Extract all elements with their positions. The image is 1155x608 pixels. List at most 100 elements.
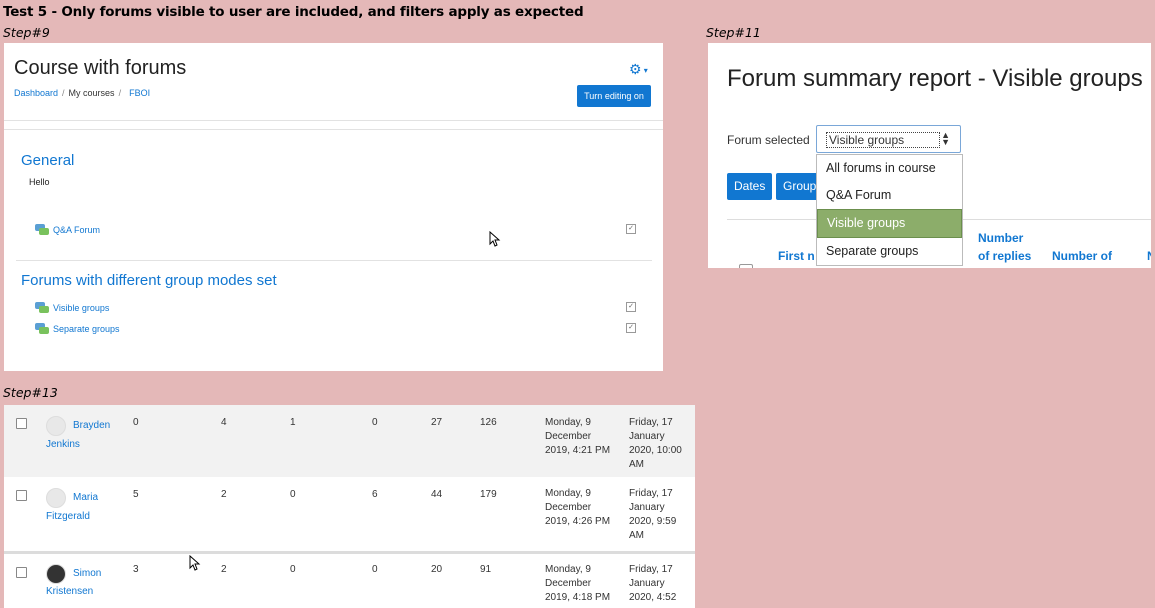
select-all-checkbox[interactable] [739,264,753,268]
date-line: December [545,502,592,513]
cell-value: 126 [480,417,497,428]
step-13-label: Step#13 [3,385,58,400]
cell-value: 0 [290,564,296,575]
step-11-label: Step#11 [706,25,761,40]
forum-icon [35,302,49,313]
breadcrumb-my-courses[interactable]: My courses [69,88,115,98]
mouse-cursor-icon [489,231,501,247]
date-line: 2020, 4:52 [629,592,677,603]
option-all-forums[interactable]: All forums in course [817,155,962,182]
dates-button[interactable]: Dates [727,173,773,200]
completion-checkbox[interactable]: ✓ [626,323,636,333]
breadcrumb: Dashboard / My courses / FBOI [14,88,151,98]
date-line: Monday, 9 [545,488,591,499]
activity-label[interactable]: Q&A Forum [53,225,100,235]
forum-selected-label: Forum selected [727,133,810,147]
section-title-general[interactable]: General [21,152,74,169]
date-line: Friday, 17 [629,417,673,428]
row-separator [4,551,695,554]
column-header-number-of[interactable]: Number of [1052,249,1112,263]
forum-icon [35,323,49,334]
latest-post-date: Friday, 17 January 2020, 10:00 AM [629,416,682,472]
option-separate-groups[interactable]: Separate groups [817,238,962,265]
date-line: 2020, 9:59 [629,516,677,527]
completion-checkbox[interactable]: ✓ [626,224,636,234]
date-line: AM [629,530,644,541]
activity-visible-groups[interactable]: Visible groups [35,302,109,313]
option-qa-forum[interactable]: Q&A Forum [817,182,962,209]
forum-select[interactable]: Visible groups ▲ ▼ [816,125,961,153]
date-line: Monday, 9 [545,564,591,575]
breadcrumb-dashboard[interactable]: Dashboard [14,88,58,98]
section-title-group-modes[interactable]: Forums with different group modes set [21,272,277,289]
user-last-name[interactable]: Jenkins [46,439,80,450]
completion-checkbox[interactable]: ✓ [626,302,636,312]
activity-label[interactable]: Visible groups [53,303,109,313]
report-screenshot: Forum summary report - Visible groups Fo… [708,43,1151,268]
date-line: 2020, 10:00 [629,445,682,456]
earliest-post-date: Monday, 9 December 2019, 4:21 PM [545,416,610,458]
user-last-name[interactable]: Fitzgerald [46,511,90,522]
row-checkbox[interactable] [16,567,27,578]
row-checkbox[interactable] [16,490,27,501]
summary-table-screenshot: Brayden Jenkins 0 4 1 0 27 126 Monday, 9… [4,405,695,608]
cell-value: 2 [221,489,227,500]
divider [16,260,652,261]
cell-value: 1 [290,417,296,428]
date-line: December [545,578,592,589]
earliest-post-date: Monday, 9 December 2019, 4:18 PM [545,563,610,605]
date-line: AM [629,459,644,470]
report-title: Forum summary report - Visible groups [727,65,1143,92]
turn-editing-on-button[interactable]: Turn editing on [577,85,651,107]
page-title: Course with forums [14,57,187,79]
cell-value: 0 [372,417,378,428]
cell-value: 0 [290,489,296,500]
forum-select-dropdown: All forums in course Q&A Forum Visible g… [816,154,963,266]
date-line: January [629,502,665,513]
cell-value: 3 [133,564,139,575]
avatar[interactable] [46,416,66,436]
forum-icon [35,224,49,235]
cell-value: 4 [221,417,227,428]
table-row: Simon Kristensen 3 2 0 0 20 91 Monday, 9… [4,555,695,608]
date-line: 2019, 4:18 PM [545,592,611,603]
user-first-name[interactable]: Maria [73,492,98,503]
cell-value: 0 [372,564,378,575]
table-row: Brayden Jenkins 0 4 1 0 27 126 Monday, 9… [4,405,695,477]
cell-value: 5 [133,489,139,500]
column-header-of-replies[interactable]: of replies [978,249,1031,263]
date-line: January [629,431,665,442]
row-checkbox[interactable] [16,418,27,429]
gear-icon[interactable]: ⚙ ▾ [629,61,648,78]
column-header-number[interactable]: Number [978,231,1023,245]
course-page-screenshot: Course with forums Dashboard / My courses /… [4,43,663,371]
cell-value: 6 [372,489,378,500]
step-9-label: Step#9 [3,25,50,40]
column-header-more[interactable]: N [1147,249,1151,263]
user-last-name[interactable]: Kristensen [46,586,93,597]
cell-value: 91 [480,564,492,575]
date-line: January [629,578,665,589]
option-visible-groups[interactable]: Visible groups [817,209,962,238]
cell-value: 0 [133,417,139,428]
user-first-name[interactable]: Brayden [73,420,110,431]
date-line: 2019, 4:26 PM [545,516,611,527]
mouse-cursor-icon [189,555,201,571]
section-summary: Hello [29,177,50,187]
avatar[interactable] [46,564,66,584]
cell-value: 179 [480,489,497,500]
date-line: 2019, 4:21 PM [545,445,611,456]
column-header-first-name[interactable]: First n [778,249,815,263]
breadcrumb-course[interactable]: FBOI [129,88,150,98]
activity-label[interactable]: Separate groups [53,324,120,334]
cell-value: 44 [431,489,443,500]
user-first-name[interactable]: Simon [73,568,101,579]
activity-separate-groups[interactable]: Separate groups [35,323,120,334]
latest-post-date: Friday, 17 January 2020, 4:52 [629,563,676,605]
divider [4,129,663,130]
earliest-post-date: Monday, 9 December 2019, 4:26 PM [545,487,610,529]
date-line: Friday, 17 [629,564,673,575]
activity-qa-forum[interactable]: Q&A Forum [35,224,100,235]
divider [4,120,663,121]
avatar[interactable] [46,488,66,508]
